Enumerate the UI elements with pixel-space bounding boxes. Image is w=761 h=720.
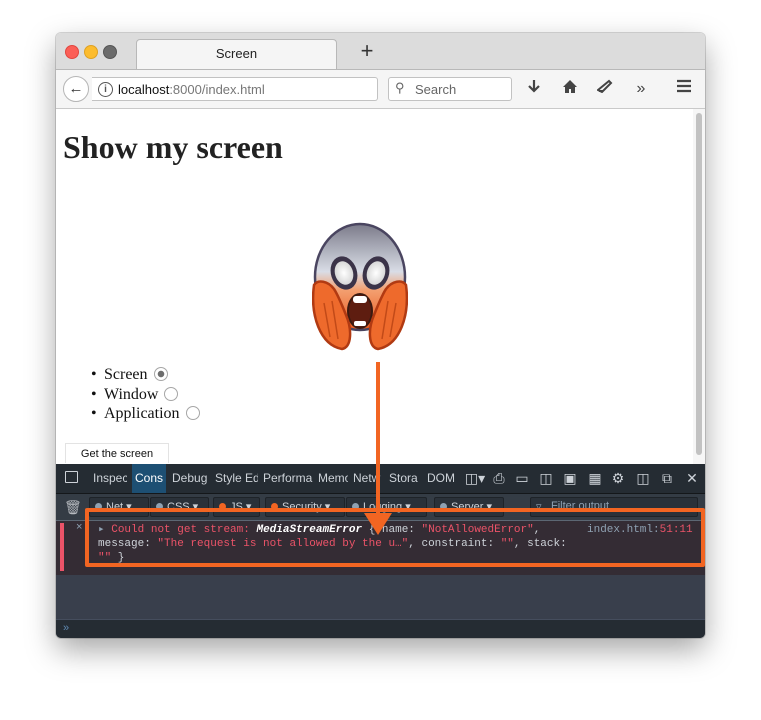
browser-window: Screen + ← i localhost:8000/index.html ↻… — [56, 33, 705, 638]
annotation-arrow — [364, 362, 392, 535]
arrow-head — [364, 513, 392, 535]
